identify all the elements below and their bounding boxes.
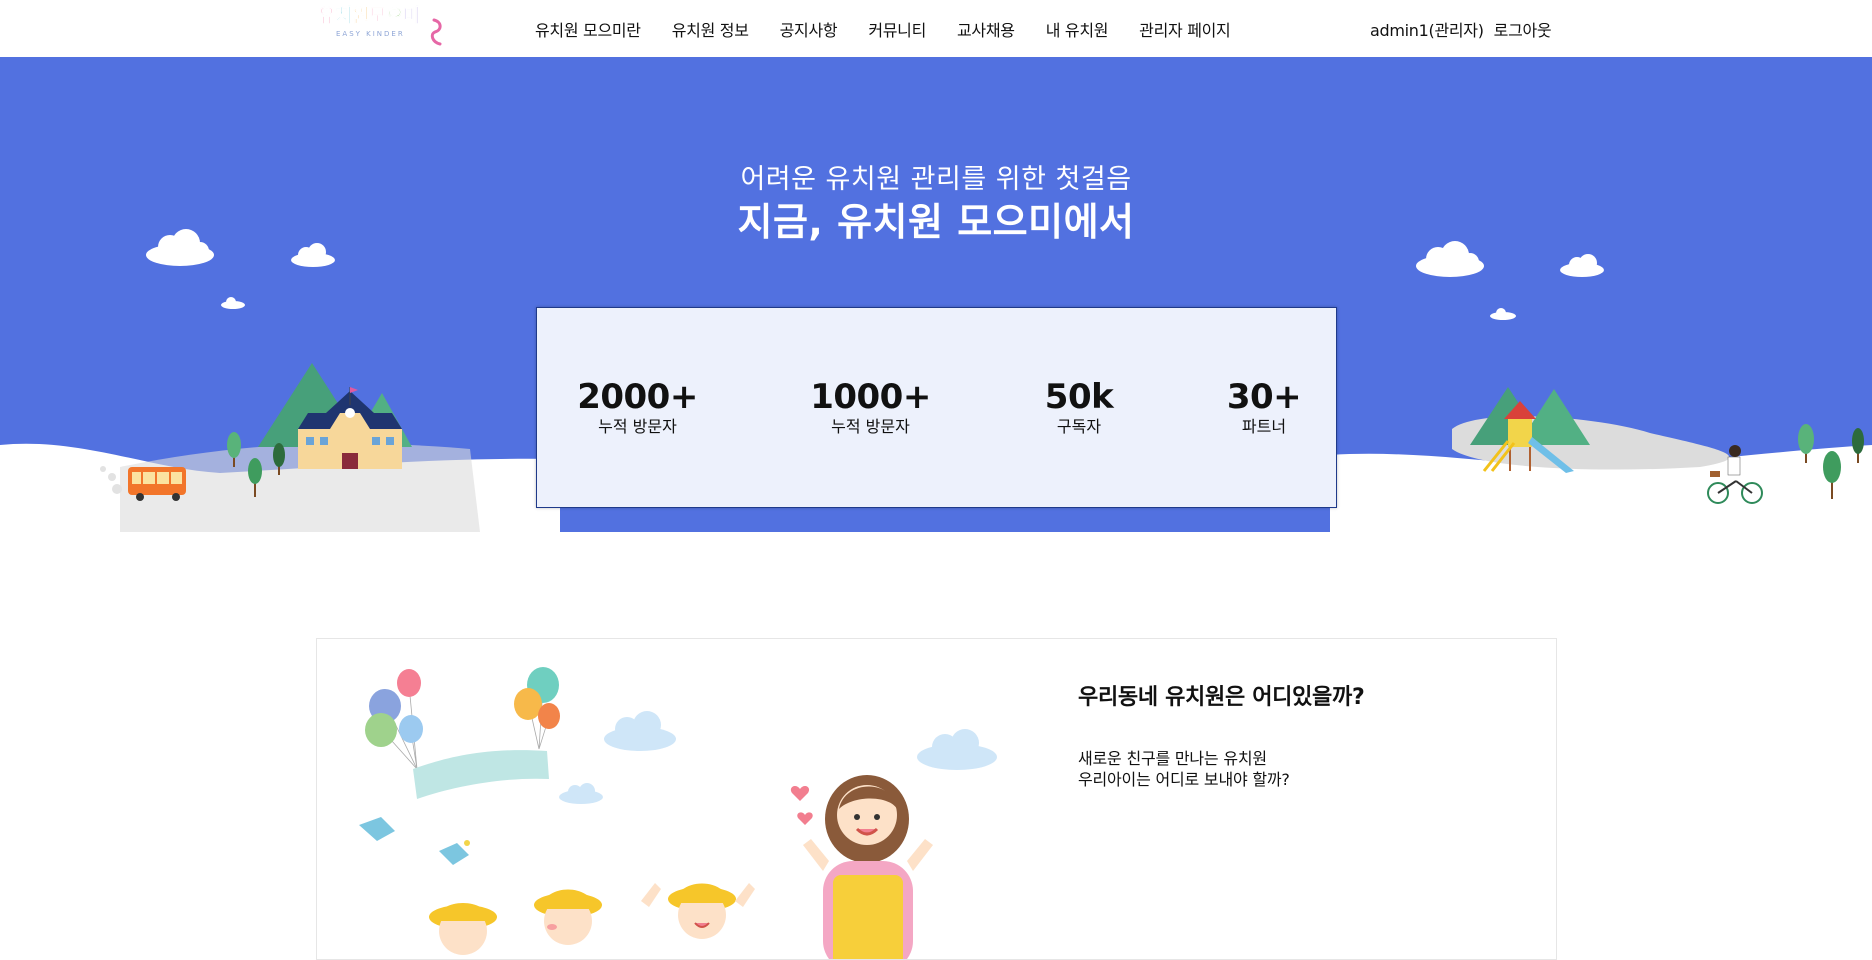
stat-label: 누적 방문자: [831, 417, 910, 436]
banner-icon: [413, 750, 549, 799]
logo-swirl-icon: [430, 18, 442, 46]
stat-item: 2000+ 누적 방문자: [575, 378, 700, 438]
menu-item-admin-page[interactable]: 관리자 페이지: [1139, 17, 1231, 41]
section-description: 새로운 친구를 만나는 유치원 우리아이는 어디로 보내야 할까?: [1078, 748, 1290, 790]
logo-char: 원: [351, 5, 370, 28]
balloon-icon: [514, 667, 560, 750]
menu-item-teacher-recruit[interactable]: 교사채용: [957, 17, 1015, 41]
logo-char: 치: [334, 5, 353, 28]
child-icon: [429, 883, 755, 955]
section-line: 새로운 친구를 만나는 유치원: [1078, 749, 1267, 768]
stat-item: 30+ 파트너: [1219, 378, 1309, 438]
site-logo[interactable]: 유치원모으미 EASY KINDER: [318, 4, 444, 50]
stat-value: 2000+: [577, 377, 698, 417]
logo-wordmark: 유치원모으미: [318, 4, 421, 28]
menu-item-community[interactable]: 커뮤니티: [868, 17, 926, 41]
menu-item-notice[interactable]: 공지사항: [780, 17, 838, 41]
logo-char: 모: [368, 5, 387, 28]
section-line: 우리아이는 어디로 보내야 할까?: [1078, 770, 1290, 789]
balloon-icon: [365, 669, 423, 770]
stat-value: 50k: [1044, 377, 1114, 417]
stat-label: 구독자: [1056, 417, 1102, 436]
kindergarten-locator-card: 우리동네 유치원은 어디있을까? 새로운 친구를 만나는 유치원 우리아이는 어…: [316, 638, 1557, 960]
logo-char: 미: [402, 5, 421, 28]
cloud-icon: [559, 711, 997, 804]
menu-item-my-kindergarten[interactable]: 내 유치원: [1046, 17, 1109, 41]
logout-link[interactable]: 로그아웃: [1494, 17, 1552, 41]
main-menu: 유치원 모으미란 유치원 정보 공지사항 커뮤니티 교사채용 내 유치원 관리자…: [535, 0, 1261, 57]
stat-item: 1000+ 누적 방문자: [808, 378, 933, 438]
stat-value: 30+: [1226, 377, 1302, 417]
top-nav: 유치원모으미 EASY KINDER 유치원 모으미란 유치원 정보 공지사항 …: [0, 0, 1872, 57]
bird-icon: [359, 817, 470, 865]
kindergarten-children-illustration: [359, 667, 997, 959]
user-name-label[interactable]: admin1(관리자): [1370, 17, 1484, 41]
logo-char: 유: [318, 5, 336, 28]
section-title: 우리동네 유치원은 어디있을까?: [1078, 685, 1365, 710]
logo-subtitle: EASY KINDER: [336, 30, 405, 38]
stat-label: 누적 방문자: [598, 417, 677, 436]
menu-item-kindergarten-info[interactable]: 유치원 정보: [672, 17, 749, 41]
stats-panel: 2000+ 누적 방문자 1000+ 누적 방문자 50k 구독자 30+ 파트…: [536, 307, 1337, 508]
stat-value: 1000+: [810, 377, 931, 417]
stat-label: 파트너: [1241, 417, 1287, 436]
hero-title: 지금, 유치원 모으미에서: [737, 200, 1135, 244]
menu-item-about[interactable]: 유치원 모으미란: [535, 17, 641, 41]
heart-icon: [790, 786, 813, 825]
teacher-icon: [803, 775, 933, 959]
stat-item: 50k 구독자: [1034, 378, 1124, 438]
logo-char: 으: [385, 5, 404, 28]
user-area: admin1(관리자) 로그아웃: [1370, 0, 1561, 57]
